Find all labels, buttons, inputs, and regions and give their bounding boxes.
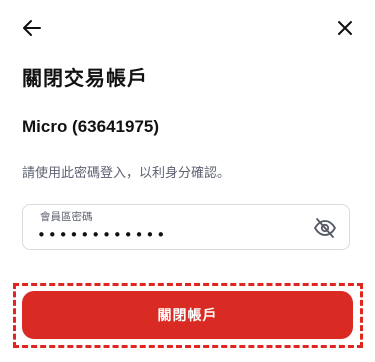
instruction-text: 請使用此密碼登入，以利身分確認。 bbox=[22, 165, 231, 180]
arrow-left-icon bbox=[23, 20, 41, 36]
password-input[interactable] bbox=[37, 224, 297, 246]
password-field-label: 會員區密碼 bbox=[40, 211, 93, 223]
close-button[interactable] bbox=[331, 14, 359, 42]
close-account-button[interactable]: 關閉帳戶 bbox=[22, 291, 353, 339]
account-label: Micro (63641975) bbox=[22, 117, 160, 136]
toggle-password-visibility-button[interactable] bbox=[313, 216, 337, 240]
eye-off-icon bbox=[314, 218, 336, 238]
close-icon bbox=[338, 21, 352, 35]
page-title: 關閉交易帳戶 bbox=[22, 68, 148, 90]
close-account-screen: 關閉交易帳戶 Micro (63641975) 請使用此密碼登入，以利身分確認。… bbox=[0, 0, 375, 362]
top-bar bbox=[22, 14, 353, 42]
password-field[interactable]: 會員區密碼 bbox=[22, 204, 350, 250]
back-button[interactable] bbox=[18, 14, 46, 42]
